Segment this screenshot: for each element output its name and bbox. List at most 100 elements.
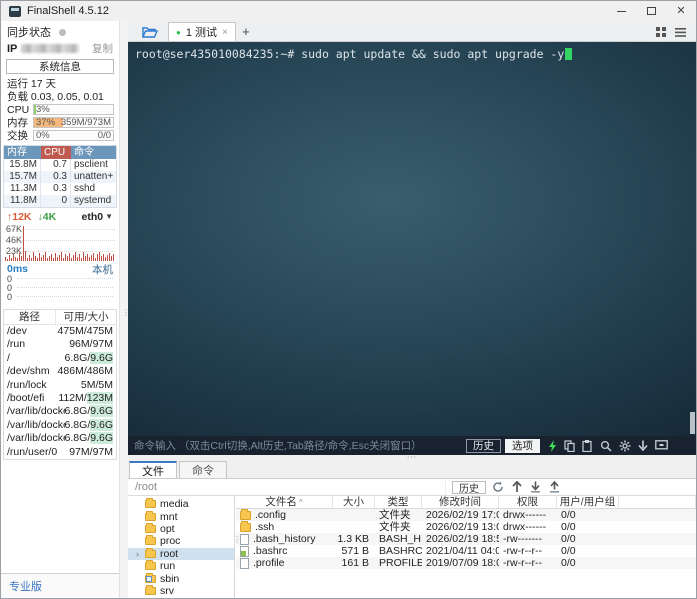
file-row[interactable]: .bash_history 1.3 KB BASH_HI... 2026/02/… [236, 533, 696, 545]
file-history-button[interactable]: 历史 [452, 481, 486, 494]
tree-item-run[interactable]: run [128, 560, 234, 572]
upload-icon[interactable] [549, 481, 560, 493]
graph-tick: 46K [6, 235, 22, 245]
process-table-header[interactable]: 内存 CPU 命令 [4, 146, 116, 159]
layout-grid-icon[interactable] [656, 27, 666, 37]
edition-link[interactable]: 专业版 [9, 578, 42, 594]
download-icon[interactable] [530, 481, 541, 493]
copy-icon[interactable] [564, 440, 575, 452]
tree-table-splitter[interactable]: ⋮ [234, 496, 236, 598]
command-input-hint[interactable]: 命令输入 （双击Ctrl切换,Alt历史,Tab路径/命令,Esc关闭窗口） [134, 438, 462, 453]
tab-terminal-session[interactable]: ● 1 测试 × [168, 22, 236, 41]
monitor-icon[interactable] [655, 440, 668, 451]
tree-item-sbin[interactable]: sbin [128, 572, 234, 584]
chevron-down-icon[interactable]: ▼ [105, 212, 113, 221]
minimize-icon [617, 11, 626, 12]
file-toolbar: /root 历史 [128, 479, 696, 496]
file-row[interactable]: .profile 161 B PROFILE ... 2019/07/09 18… [236, 557, 696, 569]
panel-tabbar: 文件 命令 [128, 461, 696, 479]
terminal-screen[interactable]: root@ser435010084235:~# sudo apt update … [128, 42, 696, 436]
tree-item-srv[interactable]: srv [128, 585, 234, 597]
file-table-header[interactable]: 文件名^ 大小 类型 修改时间 权限 用户/用户组 [236, 496, 696, 509]
connection-speed-icon[interactable] [548, 440, 557, 452]
swap-label: 交换 [7, 128, 33, 143]
process-table: 内存 CPU 命令 15.8M0.7psclient 15.7M0.3unatt… [3, 145, 117, 208]
upload-rate: ↑12K [7, 211, 32, 223]
sync-status-label: 同步状态 [7, 24, 51, 40]
filesystem-table: 路径 可用/大小 /dev475M/475M /run96M/97M /6.8G… [3, 309, 117, 460]
folder-icon [240, 511, 251, 520]
filesystem-row: /dev/shm486M/486M [4, 365, 116, 378]
folder-icon [145, 500, 156, 508]
app-icon [9, 6, 21, 17]
history-button[interactable]: 历史 [466, 439, 501, 453]
sidebar-splitter[interactable]: ⋮ [120, 21, 128, 598]
file-manager-panel: 文件 命令 /root 历史 media [128, 461, 696, 598]
connected-dot-icon: ● [176, 28, 181, 37]
path-input[interactable]: /root [128, 479, 446, 495]
swap-usage-row: 交换 0% 0/0 [1, 129, 119, 142]
terminal-cursor [565, 48, 572, 60]
terminal-prompt-line: root@ser435010084235:~# sudo apt update … [135, 47, 572, 61]
minimize-button[interactable] [606, 1, 636, 21]
refresh-icon[interactable] [492, 481, 504, 493]
download-rate: ↓4K [38, 211, 57, 223]
filesystem-table-header[interactable]: 路径 可用/大小 [4, 310, 116, 325]
gear-icon[interactable] [619, 440, 631, 452]
filesystem-row: /dev475M/475M [4, 325, 116, 338]
tree-item-media[interactable]: media [128, 498, 234, 510]
window-title: FinalShell 4.5.12 [27, 5, 109, 17]
copy-ip-button[interactable]: 复制 [92, 41, 113, 56]
new-tab-button[interactable]: + [236, 22, 256, 41]
folder-icon [145, 537, 156, 545]
options-button[interactable]: 选项 [505, 439, 540, 453]
interface-selector[interactable]: eth0 [81, 211, 103, 223]
tab-label: 1 测试 [186, 24, 217, 40]
process-row: 15.8M0.7psclient [4, 159, 116, 171]
folder-link-icon [145, 575, 156, 583]
ping-target[interactable]: 本机 [92, 262, 113, 277]
scroll-to-bottom-icon[interactable] [638, 440, 648, 452]
cpu-progressbar: 3% [33, 104, 114, 115]
tree-item-root[interactable]: ›root [128, 548, 234, 560]
terminal-scrollbar-thumb[interactable] [690, 412, 695, 434]
folder-icon [145, 513, 156, 521]
paste-icon[interactable] [582, 440, 593, 452]
cpu-label: CPU [7, 104, 33, 116]
process-row: 11.3M0.3sshd [4, 183, 116, 195]
ping-header: 0ms 本机 [1, 261, 119, 274]
folder-icon [145, 550, 156, 558]
process-sort-cpu: CPU [41, 146, 71, 159]
search-icon[interactable] [600, 440, 612, 452]
folder-icon [145, 587, 156, 595]
terminal-command: sudo apt update && sudo apt upgrade -y [301, 47, 564, 61]
app-window: FinalShell 4.5.12 ✕ 同步状态 IP 复制 [0, 0, 697, 599]
tree-item-proc[interactable]: proc [128, 535, 234, 547]
title-bar: FinalShell 4.5.12 ✕ [1, 1, 696, 21]
file-row[interactable]: .config 文件夹 2026/02/19 17:02 drwx------ … [236, 509, 696, 521]
graph-tick: 23K [6, 246, 22, 256]
close-button[interactable]: ✕ [666, 1, 696, 21]
sort-ascending-icon: ^ [299, 498, 303, 507]
load-label: 负载 0.03, 0.05, 0.01 [1, 90, 119, 103]
process-row: 15.7M0.3unatten+ [4, 171, 116, 183]
tree-item-opt[interactable]: opt [128, 523, 234, 535]
menu-icon[interactable] [675, 28, 686, 37]
tree-item-mnt[interactable]: mnt [128, 510, 234, 522]
file-row[interactable]: .ssh 文件夹 2026/02/19 13:05 drwx------ 0/0 [236, 521, 696, 533]
maximize-icon [647, 7, 656, 15]
tab-close-icon[interactable]: × [222, 27, 228, 38]
open-connection-icon[interactable] [142, 26, 158, 38]
parent-directory-icon[interactable] [512, 481, 522, 493]
swap-detail: 0/0 [98, 131, 111, 141]
file-row[interactable]: .bashrc 571 B BASHRC ... 2021/04/11 04:0… [236, 545, 696, 557]
tab-files[interactable]: 文件 [129, 461, 177, 478]
close-icon: ✕ [676, 6, 685, 17]
maximize-button[interactable] [636, 1, 666, 21]
monitor-sidebar: 同步状态 IP 复制 系统信息 运行 17 天 负载 0.03, 0.05, 0… [1, 21, 128, 598]
expander-icon[interactable]: › [134, 549, 141, 559]
system-info-button[interactable]: 系统信息 [6, 59, 114, 74]
graph-tick: 67K [6, 224, 22, 234]
process-row: 11.8M0systemd [4, 195, 116, 207]
tab-commands[interactable]: 命令 [179, 461, 227, 478]
